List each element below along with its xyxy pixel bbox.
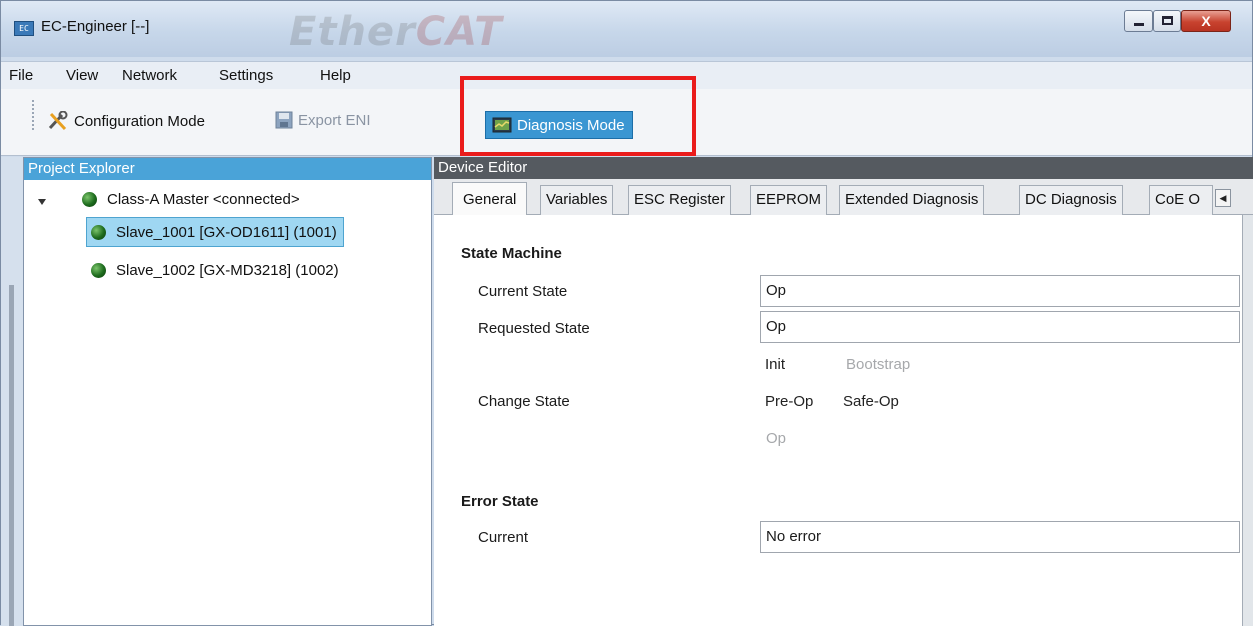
window-title: EC-Engineer [--]	[41, 18, 150, 35]
tree-item-label: Slave_1002 [GX-MD3218] (1002)	[116, 261, 339, 279]
close-icon: X	[1201, 13, 1211, 29]
requested-state-field: Op	[760, 311, 1240, 343]
tools-icon	[48, 111, 68, 131]
monitor-icon	[492, 117, 512, 133]
right-edge-border	[1242, 215, 1253, 626]
general-tab-content: State Machine Current State Op Requested…	[434, 215, 1242, 626]
error-current-label: Current	[478, 529, 529, 546]
status-ok-icon	[82, 191, 97, 207]
status-ok-icon	[91, 224, 106, 240]
tab-variables[interactable]: Variables	[540, 185, 614, 215]
diagnosis-mode-label: Diagnosis Mode	[517, 116, 625, 134]
tab-scroll-left-icon[interactable]: ◀	[1215, 189, 1231, 207]
tab-bar: General Variables ESC Register EEPROM Ex…	[434, 179, 1253, 216]
current-state-label: Current State	[478, 283, 568, 300]
status-ok-icon	[91, 262, 106, 278]
tab-eeprom[interactable]: EEPROM	[750, 185, 828, 215]
diagnosis-mode-button[interactable]: Diagnosis Mode	[485, 111, 633, 139]
tree-item-slave-1001[interactable]: Slave_1001 [GX-OD1611] (1001)	[86, 217, 344, 247]
minimize-icon	[1134, 23, 1144, 26]
toolbar: Configuration Mode Export ENI Diagnosis …	[1, 89, 1252, 156]
brand-logo-prefix: Ether	[289, 9, 416, 55]
configuration-mode-label: Configuration Mode	[74, 112, 205, 130]
app-icon: EC	[14, 21, 34, 36]
tree-item-label: Class-A Master <connected>	[107, 190, 300, 208]
error-state-title: Error State	[461, 493, 539, 510]
tab-dc-diagnosis[interactable]: DC Diagnosis	[1019, 185, 1123, 215]
export-eni-label: Export ENI	[298, 111, 371, 129]
error-current-field: No error	[760, 521, 1240, 553]
minimize-button[interactable]	[1124, 10, 1153, 32]
tab-esc-register[interactable]: ESC Register	[628, 185, 731, 215]
project-explorer-panel: Project Explorer Class-A Master <connect…	[23, 157, 432, 626]
left-strip	[1, 157, 23, 626]
device-editor-title: Device Editor	[434, 157, 1253, 179]
device-editor-panel: Device Editor General Variables ESC Regi…	[434, 157, 1253, 626]
state-machine-title: State Machine	[461, 245, 562, 262]
left-splitter[interactable]	[9, 285, 14, 626]
state-init-button[interactable]: Init	[765, 356, 785, 373]
tab-general[interactable]: General	[452, 182, 528, 216]
project-explorer-title: Project Explorer	[24, 158, 431, 180]
requested-state-label: Requested State	[478, 320, 590, 337]
export-eni-button[interactable]: Export ENI	[275, 111, 371, 129]
state-safe-op-button[interactable]: Safe-Op	[843, 393, 899, 410]
title-bar[interactable]: EC EC-Engineer [--] EtherCAT X	[1, 1, 1252, 57]
tab-coe[interactable]: CoE O	[1149, 185, 1213, 215]
change-state-label: Change State	[478, 393, 570, 410]
menu-settings[interactable]: Settings	[219, 67, 273, 84]
tab-extended-diagnosis[interactable]: Extended Diagnosis	[839, 185, 985, 215]
expand-collapse-icon[interactable]	[38, 199, 46, 205]
state-pre-op-button[interactable]: Pre-Op	[765, 393, 813, 410]
state-op-button[interactable]: Op	[766, 430, 786, 447]
current-state-field: Op	[760, 275, 1240, 307]
menu-help[interactable]: Help	[320, 67, 351, 84]
maximize-button[interactable]	[1153, 10, 1181, 32]
menu-view[interactable]: View	[66, 67, 98, 84]
configuration-mode-button[interactable]: Configuration Mode	[47, 111, 205, 131]
tree-item-label: Slave_1001 [GX-OD1611] (1001)	[116, 223, 337, 241]
tree-item-master[interactable]: Class-A Master <connected>	[78, 184, 306, 214]
brand-logo-suffix: CAT	[415, 9, 503, 55]
menu-file[interactable]: File	[9, 67, 33, 84]
menu-network[interactable]: Network	[122, 67, 177, 84]
brand-logo: EtherCAT	[289, 9, 503, 55]
close-button[interactable]: X	[1181, 10, 1231, 32]
save-icon	[275, 111, 293, 129]
app-window: EC EC-Engineer [--] EtherCAT X File View…	[0, 0, 1253, 626]
state-bootstrap-button[interactable]: Bootstrap	[846, 356, 910, 373]
menu-bar: File View Network Settings Help	[1, 61, 1252, 89]
toolbar-grip[interactable]	[32, 100, 34, 130]
maximize-icon	[1162, 16, 1173, 25]
tree-item-slave-1002[interactable]: Slave_1002 [GX-MD3218] (1002)	[87, 255, 345, 285]
